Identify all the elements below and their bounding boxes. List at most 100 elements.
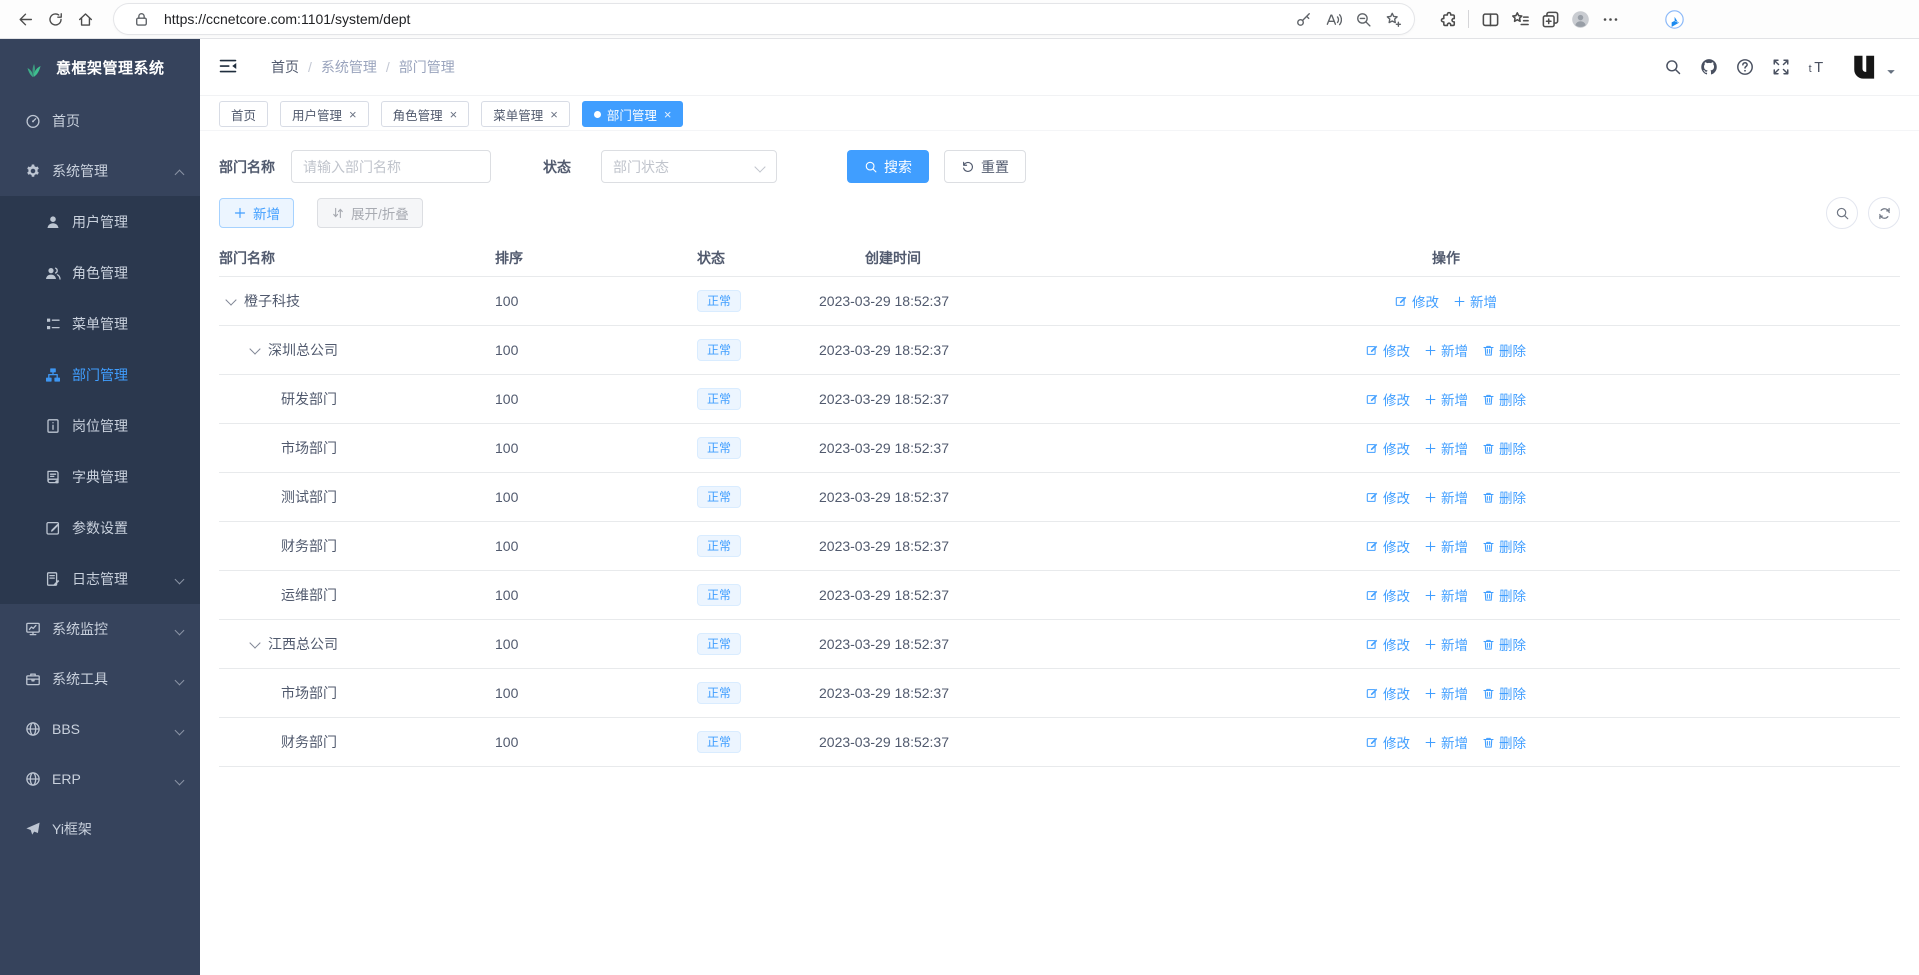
row-action-add[interactable]: 新增 [1424,732,1468,752]
row-action-edit[interactable]: 修改 [1366,340,1410,360]
row-action-add[interactable]: 新增 [1424,634,1468,654]
status-badge: 正常 [697,437,741,459]
github-icon[interactable] [1697,55,1721,79]
bing-icon[interactable] [1659,4,1689,34]
row-action-delete[interactable]: 删除 [1482,389,1526,409]
tree-expand-icon[interactable] [225,295,237,307]
status-badge: 正常 [697,682,741,704]
tag-tab[interactable]: 首页 [219,101,268,127]
dept-name: 运维部门 [281,585,337,605]
row-action-edit[interactable]: 修改 [1366,487,1410,507]
status-select[interactable]: 部门状态 [601,150,777,183]
lock-icon[interactable] [126,4,156,34]
fullscreen-icon[interactable] [1769,55,1793,79]
status-badge: 正常 [697,339,741,361]
more-icon[interactable] [1595,4,1625,34]
row-action-add[interactable]: 新增 [1424,340,1468,360]
row-action-add[interactable]: 新增 [1453,291,1497,311]
row-action-edit[interactable]: 修改 [1366,389,1410,409]
tag-tab[interactable]: 角色管理 × [381,101,470,127]
sidebar-item-bbs[interactable]: BBS [0,704,200,754]
home-icon[interactable] [70,4,100,34]
table-row: 财务部门 100 正常 2023-03-29 18:52:37 修改新增删除 [219,718,1900,767]
tab-close-icon[interactable]: × [664,108,672,121]
refresh-icon[interactable] [40,4,70,34]
tab-close-icon[interactable]: × [450,108,458,121]
tag-tab[interactable]: 菜单管理 × [481,101,570,127]
row-action-delete[interactable]: 删除 [1482,487,1526,507]
dept-name-input[interactable] [291,150,491,183]
table-refresh-icon[interactable] [1868,197,1900,229]
sidebar-item-dept[interactable]: 部门管理 [0,349,200,400]
row-action-edit[interactable]: 修改 [1366,683,1410,703]
row-action-delete[interactable]: 删除 [1482,340,1526,360]
tree-expand-icon[interactable] [249,344,261,356]
readaloud-icon[interactable] [1318,4,1348,34]
breadcrumb-home[interactable]: 首页 [271,57,299,77]
row-action-edit[interactable]: 修改 [1366,634,1410,654]
key-icon[interactable] [1288,4,1318,34]
url-input[interactable] [156,11,1288,27]
sidebar-item-yi[interactable]: Yi框架 [0,804,200,854]
row-action-delete[interactable]: 删除 [1482,536,1526,556]
question-icon[interactable] [1733,55,1757,79]
row-action-edit[interactable]: 修改 [1366,585,1410,605]
back-icon[interactable] [10,4,40,34]
row-action-edit[interactable]: 修改 [1366,536,1410,556]
row-action-add[interactable]: 新增 [1424,683,1468,703]
sidebar-item-menu[interactable]: 菜单管理 [0,298,200,349]
reset-button[interactable]: 重置 [944,150,1026,183]
zoomout-icon[interactable] [1348,4,1378,34]
sidebar-item-erp[interactable]: ERP [0,754,200,804]
dept-name: 江西总公司 [268,634,338,654]
row-action-add[interactable]: 新增 [1424,389,1468,409]
row-action-edit[interactable]: 修改 [1366,732,1410,752]
expand-collapse-button[interactable]: 展开/折叠 [317,198,423,228]
staradd-icon[interactable] [1378,4,1408,34]
address-bar[interactable] [114,4,1414,34]
row-action-edit[interactable]: 修改 [1395,291,1439,311]
tree-expand-icon[interactable] [249,638,261,650]
row-action-delete[interactable]: 删除 [1482,585,1526,605]
row-action-delete[interactable]: 删除 [1482,634,1526,654]
row-action-delete[interactable]: 删除 [1482,732,1526,752]
table-row: 江西总公司 100 正常 2023-03-29 18:52:37 修改新增删除 [219,620,1900,669]
tab-close-icon[interactable]: × [349,108,357,121]
sidebar-item-system[interactable]: 系统管理 [0,146,200,196]
table-search-icon[interactable] [1826,197,1858,229]
row-action-delete[interactable]: 删除 [1482,438,1526,458]
puzzle-icon[interactable] [1432,4,1462,34]
sidebar-item-role[interactable]: 角色管理 [0,247,200,298]
sidebar-item-log[interactable]: 日志管理 [0,553,200,604]
search-button[interactable]: 搜索 [847,150,929,183]
add-button[interactable]: 新增 [219,198,294,228]
sidebar-item-dict[interactable]: 字典管理 [0,451,200,502]
row-action-add[interactable]: 新增 [1424,438,1468,458]
sidebar-item-monitor[interactable]: 系统监控 [0,604,200,654]
row-action-add[interactable]: 新增 [1424,585,1468,605]
row-action-delete[interactable]: 删除 [1482,683,1526,703]
yi-logo-icon[interactable] [1849,52,1879,82]
row-actions: 修改新增删除 [1361,389,1531,409]
split-icon[interactable] [1475,4,1505,34]
fontsize-icon[interactable]: tT [1805,55,1829,79]
chevron-down-icon[interactable] [1885,66,1897,78]
tabcopy-icon[interactable] [1535,4,1565,34]
row-action-add[interactable]: 新增 [1424,536,1468,556]
sidebar-item-post[interactable]: 岗位管理 [0,400,200,451]
tag-tab[interactable]: 部门管理 × [582,101,684,127]
breadcrumb-system[interactable]: 系统管理 [321,57,377,77]
sidebar-item-home[interactable]: 首页 [0,96,200,146]
search-icon[interactable] [1661,55,1685,79]
avatar-icon[interactable] [1565,4,1595,34]
sidebar-item-param[interactable]: 参数设置 [0,502,200,553]
tab-close-icon[interactable]: × [550,108,558,121]
favlist-icon[interactable] [1505,4,1535,34]
sidebar-collapse-icon[interactable] [218,56,240,78]
row-action-edit[interactable]: 修改 [1366,438,1410,458]
row-action-add[interactable]: 新增 [1424,487,1468,507]
tag-tab[interactable]: 用户管理 × [280,101,369,127]
table-row: 橙子科技 100 正常 2023-03-29 18:52:37 修改新增 [219,277,1900,326]
sidebar-item-tools[interactable]: 系统工具 [0,654,200,704]
sidebar-item-user[interactable]: 用户管理 [0,196,200,247]
